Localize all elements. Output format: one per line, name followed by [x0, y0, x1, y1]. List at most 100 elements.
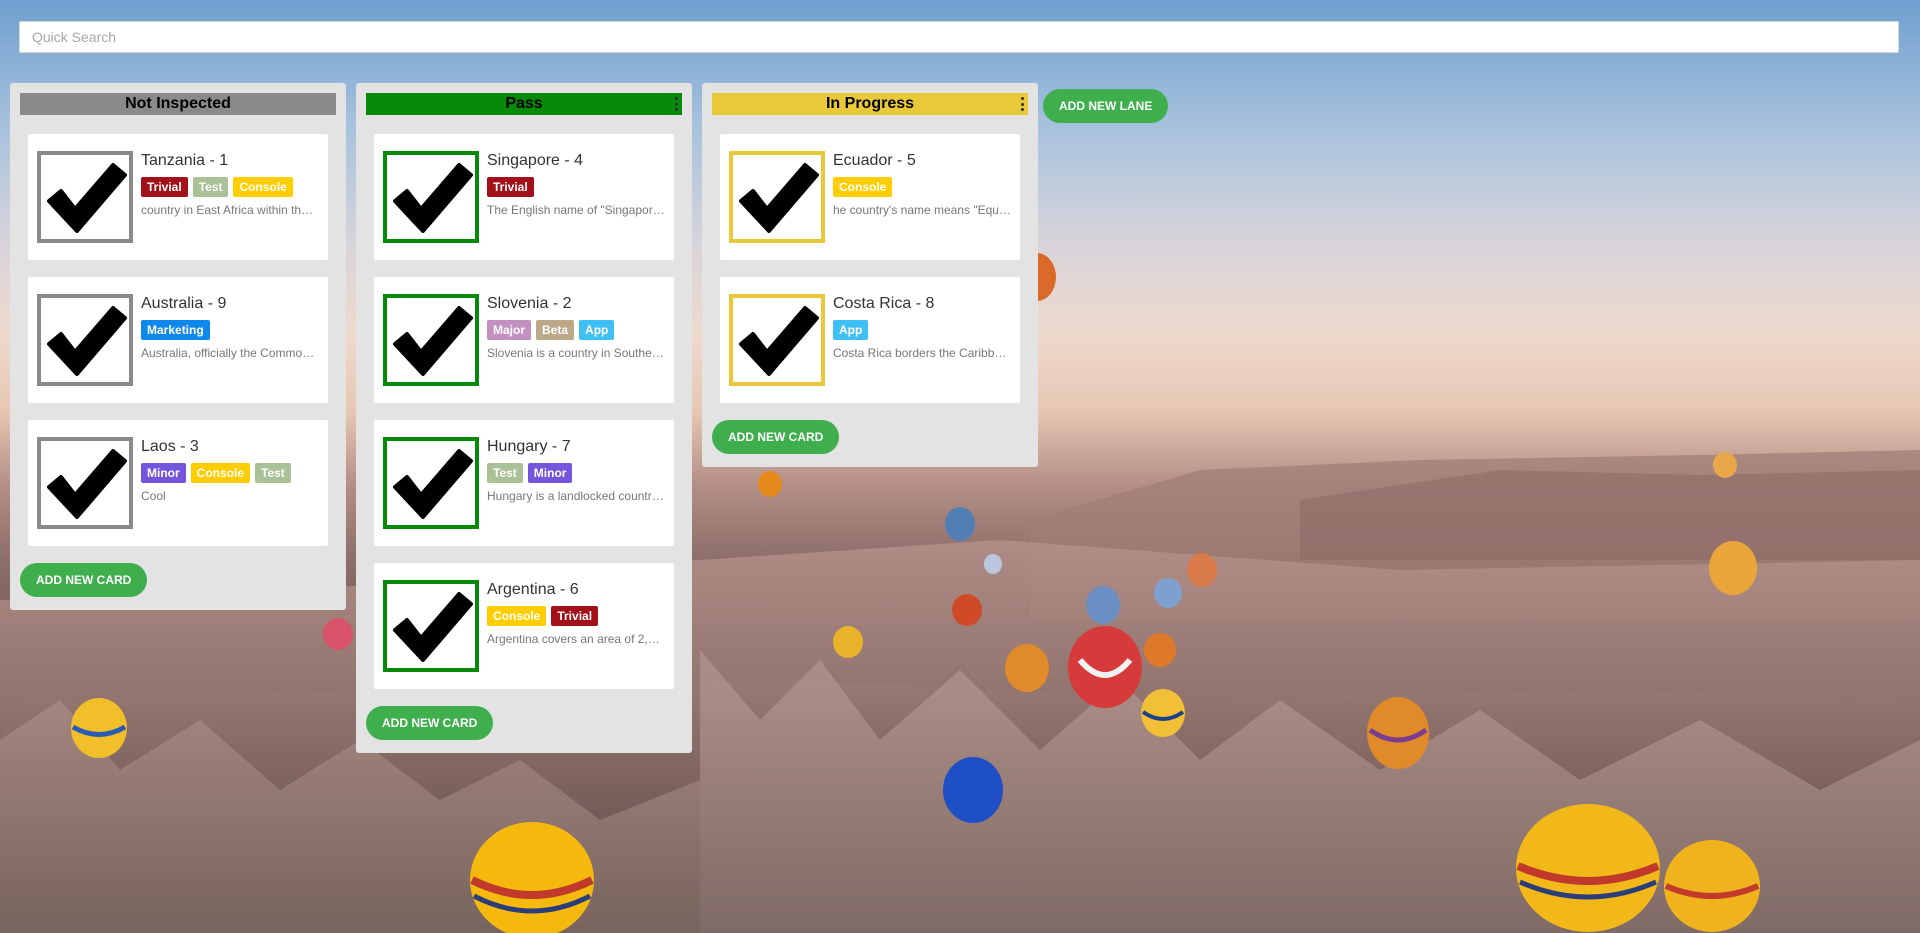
card-title: Australia - 9: [141, 295, 227, 312]
tag-badge: Console: [833, 177, 893, 197]
balloon-icon: [1005, 644, 1049, 692]
lane-title: Pass: [505, 95, 543, 112]
tag-badge: Trivial: [551, 606, 599, 626]
card-tags: Trivial Test Console: [141, 177, 293, 197]
lane: In Progress Ecuador - 5 Console he country'…: [702, 83, 1038, 467]
card-title: Argentina - 6: [487, 581, 579, 598]
card-description: country in East Africa within the Africa…: [141, 203, 319, 217]
card-tags: Marketing: [141, 320, 210, 340]
card-description: he country's name means "Equator" in Spa…: [833, 203, 1011, 217]
checkmark-icon: [37, 437, 133, 529]
balloon-icon: [1144, 633, 1176, 667]
card[interactable]: Tanzania - 1 Trivial Test Console country in…: [28, 134, 328, 260]
card-description: Argentina covers an area of 2,780,400 km…: [487, 632, 665, 646]
balloon-icon: [1187, 553, 1217, 587]
card-tags: Console Trivial: [487, 606, 599, 626]
checkmark-icon: [729, 294, 825, 386]
card[interactable]: Ecuador - 5 Console he country's name mean…: [720, 134, 1020, 260]
tag-badge: Major: [487, 320, 532, 340]
tag-badge: Trivial: [487, 177, 534, 197]
card-title: Laos - 3: [141, 438, 199, 455]
card-title: Ecuador - 5: [833, 152, 916, 169]
add-new-card-button[interactable]: ADD NEW CARD: [712, 420, 840, 454]
card-tags: App: [833, 320, 869, 340]
card-tags: Test Minor: [487, 463, 573, 483]
card-title: Singapore - 4: [487, 152, 584, 169]
balloon-icon: [1664, 840, 1760, 932]
card-description: Slovenia is a country in Southern Europe: [487, 346, 665, 360]
balloon-icon: [1713, 452, 1737, 478]
lane: Not Inspected Tanzania - 1 Trivial Test Cons…: [10, 83, 346, 610]
card[interactable]: Hungary - 7 Test Minor Hungary is a landloc…: [374, 420, 674, 546]
add-new-lane-button[interactable]: ADD NEW LANE: [1043, 89, 1169, 123]
balloon-icon: [1141, 689, 1185, 737]
tag-badge: Test: [255, 463, 291, 483]
balloon-icon: [1516, 804, 1660, 932]
lane-header: In Progress: [712, 93, 1028, 115]
checkmark-icon: [383, 294, 479, 386]
tag-badge: Test: [487, 463, 523, 483]
card[interactable]: Slovenia - 2 Major Beta App Slovenia is a co…: [374, 277, 674, 403]
lane-header: Not Inspected: [20, 93, 336, 115]
tag-badge: Console: [233, 177, 293, 197]
tag-badge: Test: [192, 177, 229, 197]
tag-badge: Minor: [527, 463, 573, 483]
tag-badge: Beta: [536, 320, 575, 340]
tag-badge: App: [579, 320, 615, 340]
add-new-card-button[interactable]: ADD NEW CARD: [366, 706, 494, 740]
balloon-icon: [1086, 586, 1120, 624]
card-description: Costa Rica borders the Caribbean Sea: [833, 346, 1011, 360]
card-tags: Minor Console Test: [141, 463, 291, 483]
balloon-icon: [952, 594, 982, 626]
checkmark-icon: [383, 437, 479, 529]
card-description: Australia, officially the Commonwealth o…: [141, 346, 319, 360]
quick-search-input[interactable]: [20, 22, 1898, 52]
card-tags: Console: [833, 177, 893, 197]
card-title: Tanzania - 1: [141, 152, 229, 169]
tag-badge: Trivial: [141, 177, 188, 197]
balloon-icon: [470, 822, 594, 933]
card-title: Costa Rica - 8: [833, 295, 935, 312]
lane: Pass Singapore - 4 Trivial The English name…: [356, 83, 692, 753]
card-tags: Trivial: [487, 177, 534, 197]
tag-badge: Minor: [141, 463, 186, 483]
quick-search-box[interactable]: [19, 21, 1899, 53]
lane-title: Not Inspected: [125, 95, 231, 112]
card[interactable]: Costa Rica - 8 App Costa Rica borders the …: [720, 277, 1020, 403]
tag-badge: Console: [487, 606, 547, 626]
tag-badge: Console: [190, 463, 251, 483]
tag-badge: Marketing: [141, 320, 210, 340]
add-new-card-button[interactable]: ADD NEW CARD: [20, 563, 148, 597]
checkmark-icon: [37, 294, 133, 386]
lane-menu-icon[interactable]: [1020, 97, 1024, 111]
checkmark-icon: [729, 151, 825, 243]
lane-menu-icon[interactable]: [674, 97, 678, 111]
balloon-icon: [984, 554, 1002, 574]
checkmark-icon: [37, 151, 133, 243]
card-title: Hungary - 7: [487, 438, 571, 455]
balloon-icon: [71, 698, 127, 758]
balloon-icon: [758, 471, 782, 497]
balloon-icon: [1367, 697, 1429, 769]
lane-title: In Progress: [825, 95, 915, 112]
card[interactable]: Australia - 9 Marketing Australia, officia…: [28, 277, 328, 403]
checkmark-icon: [383, 580, 479, 672]
balloon-icon: [1709, 541, 1757, 595]
card-description: The English name of "Singapore" is an an…: [487, 203, 665, 217]
lane-header: Pass: [366, 93, 682, 115]
card[interactable]: Singapore - 4 Trivial The English name of …: [374, 134, 674, 260]
checkmark-icon: [383, 151, 479, 243]
tag-badge: App: [833, 320, 869, 340]
balloon-icon: [945, 507, 975, 541]
card[interactable]: Laos - 3 Minor Console Test Cool: [28, 420, 328, 546]
balloon-icon: [943, 757, 1003, 823]
balloon-icon: [1068, 626, 1142, 708]
balloon-icon: [833, 626, 863, 658]
card[interactable]: Argentina - 6 Console Trivial Argentina cov…: [374, 563, 674, 689]
card-title: Slovenia - 2: [487, 295, 572, 312]
card-tags: Major Beta App: [487, 320, 615, 340]
balloon-icon: [1154, 578, 1182, 608]
balloon-icon: [323, 618, 353, 650]
card-description: Hungary is a landlocked country in Centr…: [487, 489, 665, 503]
card-description: Cool: [141, 489, 166, 503]
